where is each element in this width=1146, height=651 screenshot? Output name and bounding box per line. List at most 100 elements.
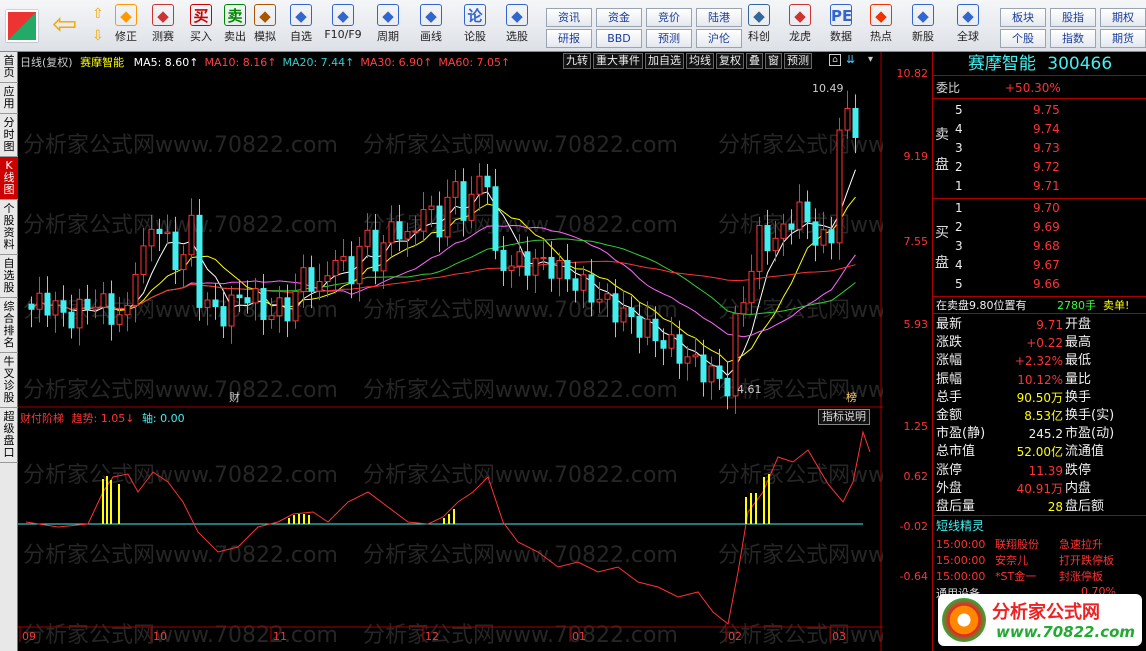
toolbar-button-buy[interactable]: 买买入 xyxy=(182,4,220,50)
left-nav-item[interactable]: 个股资料 xyxy=(0,200,18,255)
toolbar-button-fire[interactable]: ◆ 热点 xyxy=(862,4,900,50)
candle-body[interactable] xyxy=(820,229,827,246)
candle-body[interactable] xyxy=(308,267,315,292)
toolbar-button-pen[interactable]: ◆ 画线 xyxy=(412,4,450,50)
candle-body[interactable] xyxy=(452,181,459,198)
candle-body[interactable] xyxy=(228,294,235,327)
buy-level[interactable]: 4 9.67 xyxy=(933,256,1146,274)
candle-body[interactable] xyxy=(556,260,563,279)
candle-body[interactable] xyxy=(484,175,491,188)
candle-body[interactable] xyxy=(788,223,795,230)
candle-body[interactable] xyxy=(524,251,531,276)
grid-icon[interactable] xyxy=(6,10,38,42)
candle-body[interactable] xyxy=(644,318,651,338)
down-arrow-icon[interactable]: ⇩ xyxy=(92,28,104,44)
candle-body[interactable] xyxy=(188,214,195,256)
left-nav-item[interactable]: 应用 xyxy=(0,83,18,114)
toolbar-button-f10[interactable]: ◆ F10/F9 xyxy=(324,4,362,50)
candle-body[interactable] xyxy=(180,254,187,271)
candle-body[interactable] xyxy=(700,354,707,383)
candle-body[interactable] xyxy=(140,245,147,275)
candle-body[interactable] xyxy=(364,229,371,247)
chart-button[interactable]: 均线 xyxy=(686,53,714,69)
candle-body[interactable] xyxy=(380,242,387,272)
indicator-explain-button[interactable]: 指标说明 xyxy=(818,409,870,425)
candle-body[interactable] xyxy=(844,108,851,131)
home-icon[interactable]: ⌂ xyxy=(829,54,841,66)
candle-body[interactable] xyxy=(468,193,475,221)
buy-level[interactable]: 3 9.68 xyxy=(933,237,1146,255)
sell-level[interactable]: 5 9.75 xyxy=(933,101,1146,119)
toolbar-small-button[interactable]: 期货 xyxy=(1100,29,1146,48)
candle-body[interactable] xyxy=(740,302,747,315)
candle-body[interactable] xyxy=(804,201,811,223)
candle-body[interactable] xyxy=(764,225,771,252)
toolbar-small-button[interactable]: 陆港 xyxy=(696,8,742,27)
candle-body[interactable] xyxy=(780,223,787,239)
candle-body[interactable] xyxy=(708,365,715,383)
toolbar-button-ipo[interactable]: ◆ 新股 xyxy=(904,4,942,50)
candle-body[interactable] xyxy=(292,291,299,322)
sell-level[interactable]: 4 9.74 xyxy=(933,120,1146,138)
toolbar-button-globe[interactable]: ◆ 全球 xyxy=(949,4,987,50)
candle-body[interactable] xyxy=(628,307,635,318)
chart-button[interactable]: 窗 xyxy=(765,53,782,69)
more-icon[interactable]: ▾ xyxy=(868,54,873,65)
candle-body[interactable] xyxy=(612,293,619,323)
left-nav-item[interactable]: K线图 xyxy=(0,157,18,200)
toolbar-small-button[interactable]: 竞价 xyxy=(646,8,692,27)
candle-body[interactable] xyxy=(108,293,115,325)
candle-body[interactable] xyxy=(172,231,179,271)
candle-body[interactable] xyxy=(164,231,171,235)
candle-body[interactable] xyxy=(84,298,91,310)
up-arrow-icon[interactable]: ⇧ xyxy=(92,6,104,22)
toolbar-small-button[interactable]: 板块 xyxy=(1000,8,1046,27)
candle-body[interactable] xyxy=(652,318,659,342)
candle-body[interactable] xyxy=(540,256,547,259)
back-arrow-icon[interactable]: ⇦ xyxy=(52,10,84,42)
candle-body[interactable] xyxy=(204,299,211,308)
candle-body[interactable] xyxy=(92,306,99,310)
candle-body[interactable] xyxy=(412,230,419,233)
left-nav-item[interactable]: 首页 xyxy=(0,52,18,83)
candle-body[interactable] xyxy=(268,315,275,320)
candle-body[interactable] xyxy=(132,273,139,306)
candle-body[interactable] xyxy=(76,298,83,329)
candle-body[interactable] xyxy=(156,228,163,235)
financial-marker[interactable]: 财 xyxy=(229,389,240,405)
candle-body[interactable] xyxy=(36,292,43,310)
buy-level[interactable]: 1 9.70 xyxy=(933,199,1146,217)
toolbar-small-button[interactable]: 预测 xyxy=(646,29,692,48)
candle-body[interactable] xyxy=(572,278,579,291)
candle-body[interactable] xyxy=(836,129,843,244)
toolbar-button-kechuang[interactable]: ◆ 科创 xyxy=(740,4,778,50)
candle-body[interactable] xyxy=(60,300,67,313)
candle-body[interactable] xyxy=(220,306,227,327)
candle-body[interactable] xyxy=(828,229,835,244)
candle-body[interactable] xyxy=(724,377,731,397)
candle-body[interactable] xyxy=(476,175,483,195)
candle-body[interactable] xyxy=(508,265,515,271)
candle-body[interactable] xyxy=(148,228,155,247)
candle-body[interactable] xyxy=(284,297,291,322)
chart-button[interactable]: 重大事件 xyxy=(593,53,643,69)
candle-body[interactable] xyxy=(276,297,283,317)
candle-body[interactable] xyxy=(812,221,819,246)
candle-body[interactable] xyxy=(52,300,59,316)
candle-body[interactable] xyxy=(460,181,467,221)
toolbar-button-clock[interactable]: ◆ 测赛 xyxy=(144,4,182,50)
candle-body[interactable] xyxy=(564,260,571,280)
candle-body[interactable] xyxy=(436,205,443,238)
candle-body[interactable] xyxy=(252,288,259,304)
candle-body[interactable] xyxy=(260,288,267,320)
candle-body[interactable] xyxy=(444,196,451,238)
elves-title[interactable]: 短线精灵 xyxy=(936,517,984,534)
candle-body[interactable] xyxy=(244,297,251,304)
buy-level[interactable]: 2 9.69 xyxy=(933,218,1146,236)
candle-body[interactable] xyxy=(580,274,587,291)
chart-button[interactable]: 九转 xyxy=(563,53,591,69)
candle-body[interactable] xyxy=(196,214,203,308)
sell-level[interactable]: 2 9.72 xyxy=(933,158,1146,176)
candle-body[interactable] xyxy=(852,108,859,138)
candle-body[interactable] xyxy=(212,299,219,308)
